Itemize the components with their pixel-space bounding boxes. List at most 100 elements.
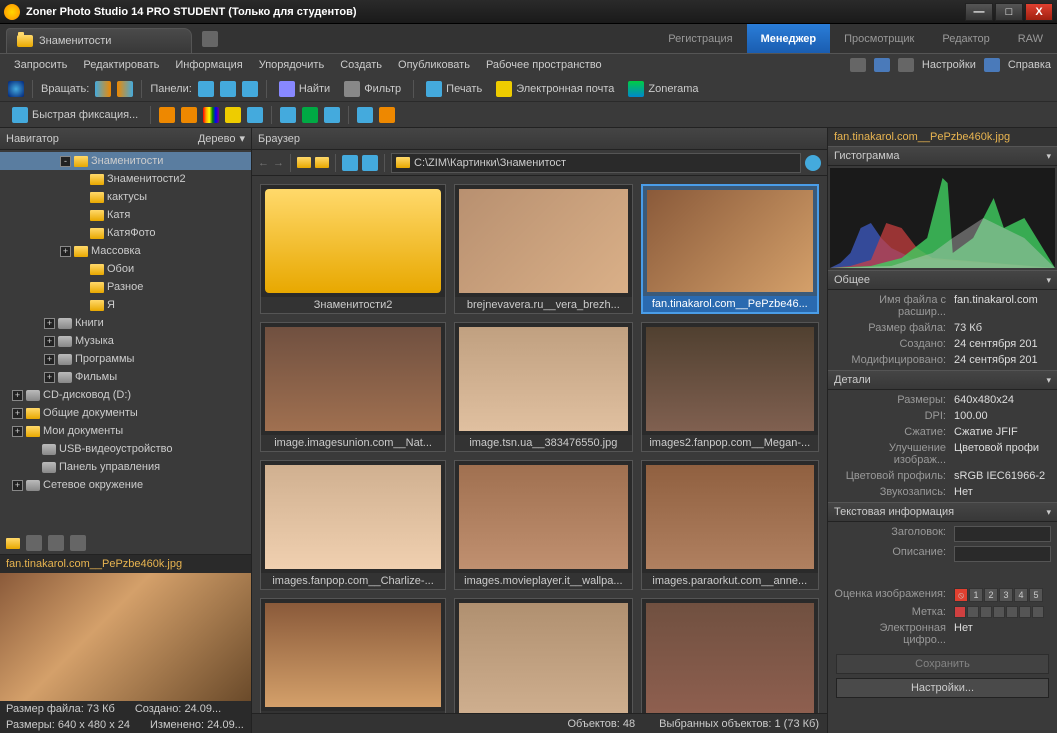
settings-button[interactable]: Настройки... — [836, 678, 1049, 698]
help-icon[interactable] — [874, 58, 890, 72]
tree-node[interactable]: +Массовка — [0, 242, 251, 260]
mode-registration[interactable]: Регистрация — [654, 24, 746, 53]
tool-icon-8[interactable] — [357, 107, 373, 123]
color-label-control[interactable] — [954, 606, 1044, 618]
folder-tree[interactable]: -Знаменитости Знаменитости2 кактусы Катя… — [0, 150, 251, 532]
tree-node[interactable]: +Книги — [0, 314, 251, 332]
panel3-icon[interactable] — [242, 81, 258, 97]
sort-icon[interactable] — [342, 155, 358, 171]
tool-icon-4[interactable] — [247, 107, 263, 123]
lens-icon[interactable] — [8, 81, 24, 97]
menu-create[interactable]: Создать — [332, 56, 390, 74]
save-button[interactable]: Сохранить — [836, 654, 1049, 674]
tree-node[interactable]: кактусы — [0, 188, 251, 206]
label-red[interactable] — [954, 606, 966, 618]
section-histogram[interactable]: Гистограмма▾ — [828, 146, 1057, 166]
tool-icon-5[interactable] — [280, 107, 296, 123]
menu-workspace[interactable]: Рабочее пространство — [478, 56, 610, 74]
rating-5[interactable]: 5 — [1029, 588, 1043, 602]
quickfix-button[interactable]: Быстрая фиксация... — [8, 105, 142, 125]
chevron-down-icon[interactable]: ▾ — [239, 132, 245, 145]
new-tab-icon[interactable] — [202, 31, 218, 47]
thumbnail[interactable]: JPGimages.paraorkut.com__anne... — [641, 460, 819, 590]
tree-node[interactable]: Знаменитости2 — [0, 170, 251, 188]
label-gray6[interactable] — [1032, 606, 1044, 618]
rating-2[interactable]: 2 — [984, 588, 998, 602]
tool-icon-3[interactable] — [225, 107, 241, 123]
fav-icon[interactable] — [315, 157, 329, 168]
tool-icon-1[interactable] — [159, 107, 175, 123]
mode-editor[interactable]: Редактор — [928, 24, 1003, 53]
rating-control[interactable]: ⦸ 1 2 3 4 5 — [954, 588, 1043, 602]
menu-edit[interactable]: Редактировать — [75, 56, 167, 74]
rating-4[interactable]: 4 — [1014, 588, 1028, 602]
tree-mode-label[interactable]: Дерево — [198, 133, 236, 145]
back-icon[interactable]: ← — [258, 157, 269, 169]
tree-node[interactable]: Катя — [0, 206, 251, 224]
tool-icon-9[interactable] — [379, 107, 395, 123]
tree-node[interactable]: +CD-дисковод (D:) — [0, 386, 251, 404]
title-input[interactable] — [954, 526, 1051, 542]
thumbnail[interactable]: JPG — [454, 598, 632, 713]
menu-info[interactable]: Информация — [167, 56, 250, 74]
rating-3[interactable]: 3 — [999, 588, 1013, 602]
menu-organize[interactable]: Упорядочить — [251, 56, 332, 74]
thumbnail-folder[interactable]: Знаменитости2 — [260, 184, 446, 314]
rainbow-icon[interactable] — [203, 107, 219, 123]
panel2-icon[interactable] — [220, 81, 236, 97]
maximize-button[interactable]: □ — [995, 3, 1023, 21]
tree-node[interactable]: +Программы — [0, 350, 251, 368]
label-gray5[interactable] — [1019, 606, 1031, 618]
tree-node[interactable]: +Сетевое окружение — [0, 476, 251, 494]
tree-node[interactable]: +Музыка — [0, 332, 251, 350]
folder-up-icon[interactable] — [297, 157, 311, 168]
view-icon[interactable] — [362, 155, 378, 171]
mail-icon[interactable] — [850, 58, 866, 72]
refresh-icon[interactable] — [805, 155, 821, 171]
path-field[interactable]: C:\ZIM\Картинки\Знаменитост — [391, 153, 801, 173]
rotate-left-icon[interactable] — [95, 81, 111, 97]
menu-help[interactable]: Справка — [1008, 59, 1051, 71]
label-gray1[interactable] — [967, 606, 979, 618]
thumbnail[interactable]: JPGimages2.fanpop.com__Megan-... — [641, 322, 819, 452]
label-gray2[interactable] — [980, 606, 992, 618]
folder-tab[interactable]: Знаменитости — [6, 28, 192, 53]
menu-request[interactable]: Запросить — [6, 56, 75, 74]
label-gray3[interactable] — [993, 606, 1005, 618]
thumbnail[interactable]: JPGimage.imagesunion.com__Nat... — [260, 322, 446, 452]
tool-icon-6[interactable] — [302, 107, 318, 123]
rating-1[interactable]: 1 — [969, 588, 983, 602]
tree-node[interactable]: +Мои документы — [0, 422, 251, 440]
tree-node[interactable]: Панель управления — [0, 458, 251, 476]
section-details[interactable]: Детали▾ — [828, 370, 1057, 390]
tree-node[interactable]: +Фильмы — [0, 368, 251, 386]
thumbnail[interactable]: JPG — [641, 598, 819, 713]
tree-node[interactable]: КатяФото — [0, 224, 251, 242]
menu-publish[interactable]: Опубликовать — [390, 56, 478, 74]
forward-icon[interactable]: → — [273, 157, 284, 169]
description-input[interactable] — [954, 546, 1051, 562]
mode-raw[interactable]: RAW — [1004, 24, 1057, 53]
tree-node[interactable]: Обои — [0, 260, 251, 278]
email-button[interactable]: Электронная почта — [492, 79, 618, 99]
thumbnail[interactable]: JPGbrejnevavera.ru__vera_brezh... — [454, 184, 632, 314]
find-button[interactable]: Найти — [275, 79, 334, 99]
thumbnail[interactable]: JPGimages.movieplayer.it__wallpa... — [454, 460, 632, 590]
close-button[interactable]: X — [1025, 3, 1053, 21]
thumbnail[interactable]: JPGimage.tsn.ua__383476550.jpg — [454, 322, 632, 452]
rotate-right-icon[interactable] — [117, 81, 133, 97]
nav-icon-3[interactable] — [70, 535, 86, 551]
tool-icon-2[interactable] — [181, 107, 197, 123]
thumbnail[interactable]: JPGfan.tinakarol.com__PePzbe460k.jpg — [260, 598, 446, 713]
zonerama-button[interactable]: Zonerama — [624, 79, 702, 99]
menu-settings[interactable]: Настройки — [922, 59, 976, 71]
thumbnail[interactable]: JPGimages.fanpop.com__Charlize-... — [260, 460, 446, 590]
nav-icon-1[interactable] — [26, 535, 42, 551]
gear-icon[interactable] — [898, 58, 914, 72]
thumbnail-selected[interactable]: JPGfan.tinakarol.com__PePzbe46... — [641, 184, 819, 314]
section-general[interactable]: Общее▾ — [828, 270, 1057, 290]
mode-viewer[interactable]: Просмотрщик — [830, 24, 928, 53]
thumbnail-grid[interactable]: Знаменитости2 JPGbrejnevavera.ru__vera_b… — [252, 176, 827, 713]
filter-button[interactable]: Фильтр — [340, 79, 405, 99]
question-icon[interactable] — [984, 58, 1000, 72]
